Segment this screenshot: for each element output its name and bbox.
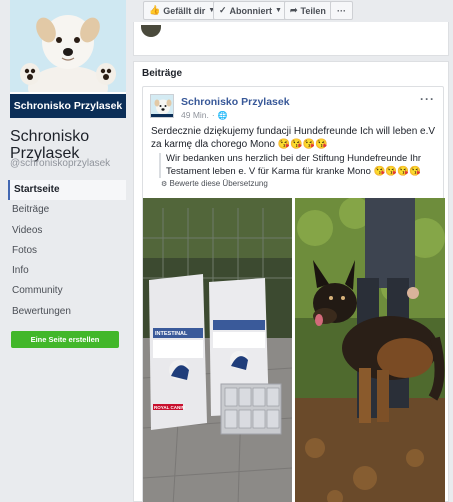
post-options-button[interactable]: ··· [420,92,435,106]
page-nav: Startseite Beiträge Videos Fotos Info Co… [8,180,126,322]
post-card: Schronisko Przylasek 49 Min. · 🌐 ··· Ser… [142,86,445,502]
globe-icon: 🌐 [217,110,228,120]
like-button[interactable]: 👍 Gefällt dir ▼ [143,1,222,20]
page-title[interactable]: Schronisko Przylasek [10,128,128,162]
bag-brand: ROYAL CANIN [154,405,185,410]
profile-name-banner: Schronisko Przylasek [10,92,126,118]
nav-item-videos[interactable]: Videos [8,221,126,241]
bag-label: INTESTINAL [155,331,188,337]
posts-heading: Beiträge [142,68,183,79]
nav-item-fotos[interactable]: Fotos [8,241,126,261]
shepherd-dog-photo [295,198,445,502]
avatar-stub [141,25,161,37]
share-arrow-icon: ➦ [290,5,298,15]
nav-item-beitraege[interactable]: Beiträge [8,200,126,220]
posts-section: Beiträge Schronisko Przylasek 49 Min. · … [133,61,449,502]
follow-button[interactable]: ✓ Abonniert ▼ [213,1,288,20]
post-photo-dog[interactable] [295,198,445,502]
rate-translation-link[interactable]: ⚙ Bewerte diese Übersetzung [161,179,268,188]
dog-illustration [10,0,126,92]
page-handle[interactable]: @schroniskoprzylasek [10,158,128,169]
page-action-bar: 👍 Gefällt dir ▼ ✓ Abonniert ▼ ➦ Teilen ·… [133,0,453,22]
post-meta: 49 Min. · 🌐 [181,110,228,120]
rate-translation-label: Bewerte diese Übersetzung [169,179,268,188]
share-label: Teilen [300,5,326,16]
gear-icon: ⚙ [161,181,168,188]
post-photo-dog-food[interactable]: INTESTINAL ROYAL CANIN [143,198,292,502]
thumbs-up-icon: 👍 [149,5,161,15]
share-button[interactable]: ➦ Teilen [284,1,332,20]
post-translation: Wir bedanken uns herzlich bei der Stiftu… [159,153,439,178]
post-author-name[interactable]: Schronisko Przylasek [181,96,290,108]
create-page-button[interactable]: Eine Seite erstellen [11,331,119,348]
nav-item-info[interactable]: Info [8,261,126,281]
post-text: Serdecznie dziękujemy fundacji Hundefreu… [151,126,436,150]
check-icon: ✓ [219,5,227,15]
dog-food-photo [143,198,292,502]
profile-picture[interactable] [10,0,126,92]
dog-avatar-icon [151,95,173,117]
nav-item-bewertungen[interactable]: Bewertungen [8,302,126,322]
caret-down-icon: ▼ [275,7,282,14]
like-label: Gefällt dir [163,5,206,16]
nav-item-startseite[interactable]: Startseite [8,180,126,200]
more-options-button[interactable]: ··· [330,1,353,20]
previous-card [133,22,449,56]
follow-label: Abonniert [229,5,273,16]
more-dots-icon: ··· [337,5,346,16]
post-author-avatar[interactable] [150,94,174,118]
nav-item-community[interactable]: Community [8,281,126,301]
page-sidebar: Schronisko Przylasek Schronisko Przylase… [0,0,133,502]
post-timestamp[interactable]: 49 Min. [181,110,209,120]
